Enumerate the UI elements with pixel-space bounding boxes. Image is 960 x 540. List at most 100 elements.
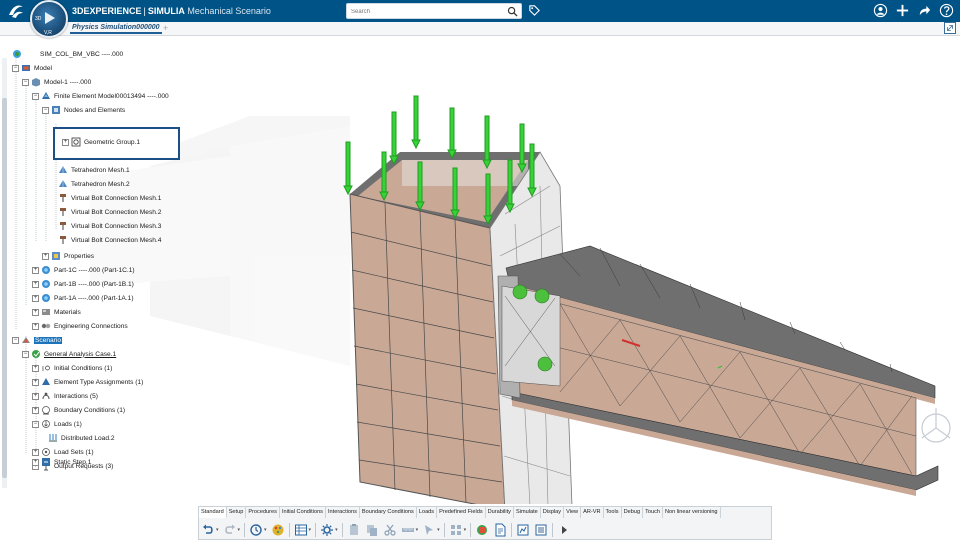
tab-durability[interactable]: Durability: [486, 507, 514, 518]
tree-node-part-1a[interactable]: + Part-1A ----.000 (Part-1A.1): [32, 292, 134, 304]
tree-node-interactions[interactable]: + Interactions (5): [32, 390, 98, 402]
user-icon[interactable]: [873, 3, 888, 18]
tree-node-model[interactable]: − Model: [12, 62, 52, 74]
tree-node-vbc-mesh-4[interactable]: Virtual Bolt Connection Mesh.4: [58, 234, 161, 246]
measure-icon[interactable]: [401, 523, 415, 537]
settings-icon[interactable]: [320, 523, 334, 537]
share-icon[interactable]: [917, 3, 932, 18]
expand-toggle[interactable]: +: [32, 364, 39, 372]
expand-toggle[interactable]: +: [32, 458, 39, 466]
tree-node-loads[interactable]: − Loads (1): [32, 418, 82, 430]
tree-node-vbc-mesh-2[interactable]: Virtual Bolt Connection Mesh.2: [58, 206, 161, 218]
tree-node-materials[interactable]: + Materials: [32, 306, 81, 318]
expand-toggle[interactable]: +: [32, 266, 39, 274]
bolt-head-2[interactable]: [534, 288, 550, 304]
group-icon[interactable]: [449, 523, 463, 537]
tab-boundary-conditions[interactable]: Boundary Conditions: [360, 507, 417, 518]
collapse-toggle[interactable]: −: [22, 78, 29, 86]
expand-toggle[interactable]: +: [32, 392, 39, 400]
tree-node-analysis-case[interactable]: − General Analysis Case.1: [22, 348, 116, 360]
more-arrow-icon[interactable]: [557, 523, 571, 537]
bolt-head-3[interactable]: [537, 356, 553, 372]
expand-toggle[interactable]: +: [32, 406, 39, 414]
tab-tools[interactable]: Tools: [604, 507, 622, 518]
tab-predefined-fields[interactable]: Predefined Fields: [437, 507, 486, 518]
tree-node-vbc-mesh-1[interactable]: Virtual Bolt Connection Mesh.1: [58, 192, 161, 204]
collapse-toggle[interactable]: −: [32, 92, 39, 100]
bolt-head-1[interactable]: [512, 284, 528, 300]
tab-physics-simulation[interactable]: Physics Simulation000000: [70, 23, 162, 34]
tree-node-tetra-mesh-2[interactable]: Tetrahedron Mesh.2: [58, 178, 130, 190]
redo-icon[interactable]: [223, 523, 237, 537]
chevron-down-icon[interactable]: ▾: [238, 527, 241, 533]
collapse-toggle[interactable]: −: [42, 106, 49, 114]
tree-node-model-1[interactable]: − Model-1 ----.000: [22, 76, 91, 88]
tab-display[interactable]: Display: [541, 507, 565, 518]
search-input[interactable]: [351, 6, 501, 17]
tab-non-linear-versioning[interactable]: Non linear versioning: [663, 507, 721, 518]
bolt-mesh-group[interactable]: [501, 285, 561, 387]
material-palette-icon[interactable]: [271, 523, 285, 537]
tab-touch[interactable]: Touch: [643, 507, 663, 518]
ds-logo-icon[interactable]: [7, 3, 25, 19]
tab-setup[interactable]: Setup: [227, 507, 247, 518]
3d-viewport[interactable]: SIM_COL_BM_VBC ----.000 − Model − Model-…: [0, 36, 960, 504]
chevron-down-icon[interactable]: ▾: [309, 527, 312, 533]
paste-icon[interactable]: [347, 523, 361, 537]
tree-node-part-1c[interactable]: + Part-1C ----.000 (Part-1C.1): [32, 264, 135, 276]
update-icon[interactable]: [249, 523, 263, 537]
add-tab-button[interactable]: +: [163, 23, 168, 33]
compass-widget[interactable]: 3D V,R: [30, 0, 68, 38]
document-icon[interactable]: [493, 523, 507, 537]
search-box[interactable]: [346, 3, 522, 19]
tree-node-distributed-load[interactable]: Distributed Load.2: [48, 432, 115, 444]
tab-view[interactable]: View: [564, 507, 582, 518]
tab-interactions[interactable]: Interactions: [326, 507, 360, 518]
chevron-down-icon[interactable]: ▾: [264, 527, 267, 533]
tree-node-part-1b[interactable]: + Part-1B ----.000 (Part-1B.1): [32, 278, 134, 290]
collapse-toggle[interactable]: −: [12, 64, 19, 72]
tab-loads[interactable]: Loads: [417, 507, 438, 518]
tree-node-nodes-elements[interactable]: − Nodes and Elements: [42, 104, 125, 116]
cut-icon[interactable]: [383, 523, 397, 537]
expand-toggle[interactable]: +: [32, 378, 39, 386]
orientation-gizmo[interactable]: [921, 408, 951, 443]
tree-node-boundary-conditions[interactable]: + Boundary Conditions (1): [32, 404, 125, 416]
tree-node-geometric-group[interactable]: + Geometric Group.1: [62, 136, 140, 148]
tree-node-static-step[interactable]: + Static Step.1: [32, 456, 91, 468]
collapse-toggle[interactable]: +: [62, 138, 69, 146]
copy-icon[interactable]: [365, 523, 379, 537]
tree-node-element-type-assignments[interactable]: + Element Type Assignments (1): [32, 376, 143, 388]
tab-initial-conditions[interactable]: Initial Conditions: [280, 507, 326, 518]
selection-icon[interactable]: [422, 523, 436, 537]
chevron-down-icon[interactable]: ▾: [335, 527, 338, 533]
chevron-down-icon[interactable]: ▾: [216, 527, 219, 533]
tab-ar-vr[interactable]: AR-VR: [581, 507, 604, 518]
tree-root[interactable]: SIM_COL_BM_VBC ----.000: [12, 48, 123, 60]
tab-standard[interactable]: Standard: [199, 507, 227, 518]
chevron-down-icon[interactable]: ▾: [416, 527, 419, 533]
tree-node-tetra-mesh-1[interactable]: Tetrahedron Mesh.1: [58, 164, 130, 176]
collapse-toggle[interactable]: −: [12, 336, 19, 344]
tree-node-initial-conditions[interactable]: + I Initial Conditions (1): [32, 362, 112, 374]
search-icon[interactable]: [507, 6, 518, 17]
simulation-manager-icon[interactable]: [475, 523, 489, 537]
tab-debug[interactable]: Debug: [622, 507, 644, 518]
collapse-toggle[interactable]: −: [22, 350, 29, 358]
collapse-toggle[interactable]: −: [32, 420, 39, 428]
tree-node-vbc-mesh-3[interactable]: Virtual Bolt Connection Mesh.3: [58, 220, 161, 232]
tree-node-properties[interactable]: + Properties: [42, 250, 94, 262]
chevron-down-icon[interactable]: ▾: [464, 527, 467, 533]
expand-toggle[interactable]: +: [32, 280, 39, 288]
expand-toggle[interactable]: +: [32, 448, 39, 456]
expand-toggle[interactable]: +: [32, 322, 39, 330]
plus-icon[interactable]: [895, 3, 910, 18]
tab-procedures[interactable]: Procedures: [246, 507, 280, 518]
tag-icon[interactable]: [528, 4, 541, 17]
report-icon[interactable]: [516, 523, 530, 537]
chevron-down-icon[interactable]: ▾: [437, 527, 440, 533]
expand-toggle[interactable]: +: [32, 294, 39, 302]
help-icon[interactable]: [939, 3, 954, 18]
undo-icon[interactable]: [201, 523, 215, 537]
tree-node-scenario[interactable]: − Scenario: [12, 334, 63, 346]
